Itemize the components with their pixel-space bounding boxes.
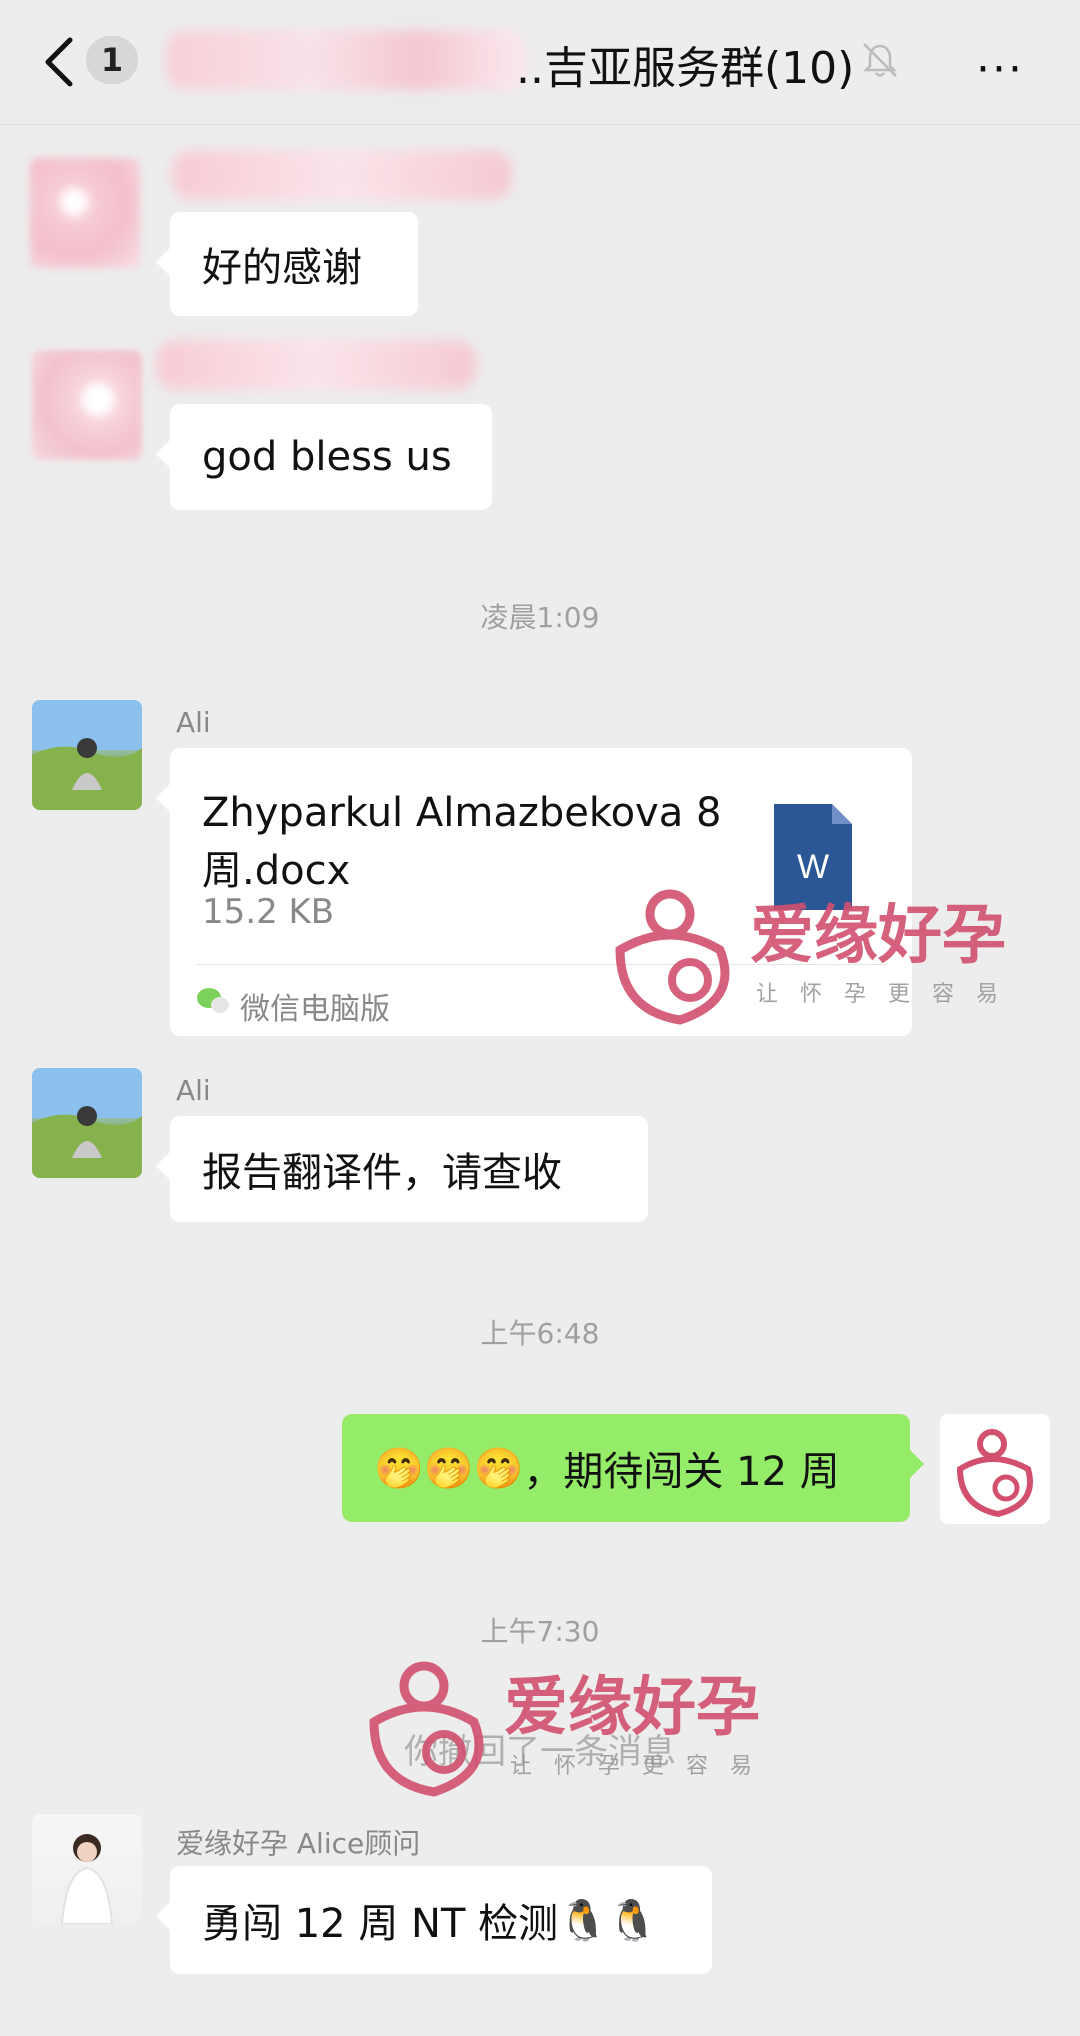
watermark-slogan: 让怀孕更容易	[756, 982, 1021, 1007]
timestamp: 上午7:30	[480, 1615, 600, 1648]
brand-watermark: 爱缘好孕 让怀孕更容易	[600, 880, 1040, 1030]
person-photo-icon	[60, 1834, 114, 1924]
avatar-alice[interactable]	[32, 1814, 142, 1924]
message-text: ，期待闯关 12 周	[523, 1449, 840, 1495]
mute-bell-icon	[862, 43, 898, 77]
timestamp: 上午6:48	[480, 1317, 600, 1350]
brand-watermark: 爱缘好孕 让怀孕更容易	[354, 1652, 794, 1802]
watermark-slogan: 让怀孕更容易	[510, 1754, 775, 1779]
more-options-button[interactable]: ···	[976, 44, 1024, 95]
brand-logo-icon	[615, 889, 730, 1025]
message-text: 勇闯 12 周 NT 检测	[202, 1901, 559, 1947]
file-size: 15.2 KB	[202, 892, 335, 932]
emoji: 🤭🤭🤭	[374, 1445, 524, 1492]
message-bubble[interactable]: god bless us	[156, 404, 492, 510]
avatar-ali[interactable]	[32, 700, 142, 810]
emoji: 🐧🐧	[558, 1897, 658, 1944]
sender-name-redacted	[156, 340, 476, 390]
my-message-bubble[interactable]: 🤭🤭🤭 ，期待闯关 12 周	[342, 1414, 924, 1522]
chat-title: ..吉亚服务群(10)	[516, 43, 855, 94]
brand-logo-icon	[956, 1429, 1033, 1518]
person-photo-icon	[32, 1068, 142, 1178]
avatar-ali[interactable]	[32, 1068, 142, 1178]
unread-badge[interactable]: 1	[86, 36, 138, 84]
watermark-brand: 爱缘好孕	[504, 1671, 760, 1745]
brand-logo-icon	[369, 1661, 484, 1797]
message-bubble[interactable]: 好的感谢	[156, 212, 418, 316]
wechat-icon	[197, 988, 229, 1013]
file-source: 微信电脑版	[240, 992, 390, 1027]
sender-name: 爱缘好孕 Alice顾问	[176, 1827, 421, 1860]
chat-header: 1 ..吉亚服务群(10) ···	[0, 0, 1080, 125]
sender-name: Ali	[176, 706, 211, 739]
message-bubble[interactable]: 报告翻译件，请查收	[156, 1116, 648, 1222]
message-bubble[interactable]: 勇闯 12 周 NT 检测 🐧🐧	[156, 1866, 712, 1974]
sender-name: Ali	[176, 1074, 211, 1107]
timestamp: 凌晨1:09	[480, 601, 600, 634]
back-arrow-icon[interactable]	[40, 34, 80, 90]
sender-name-redacted	[172, 150, 512, 200]
avatar[interactable]	[30, 158, 140, 268]
person-photo-icon	[32, 700, 142, 810]
my-avatar[interactable]	[940, 1414, 1050, 1524]
title-redacted	[166, 30, 526, 90]
watermark-brand: 爱缘好孕	[750, 899, 1006, 973]
avatar[interactable]	[32, 350, 142, 460]
